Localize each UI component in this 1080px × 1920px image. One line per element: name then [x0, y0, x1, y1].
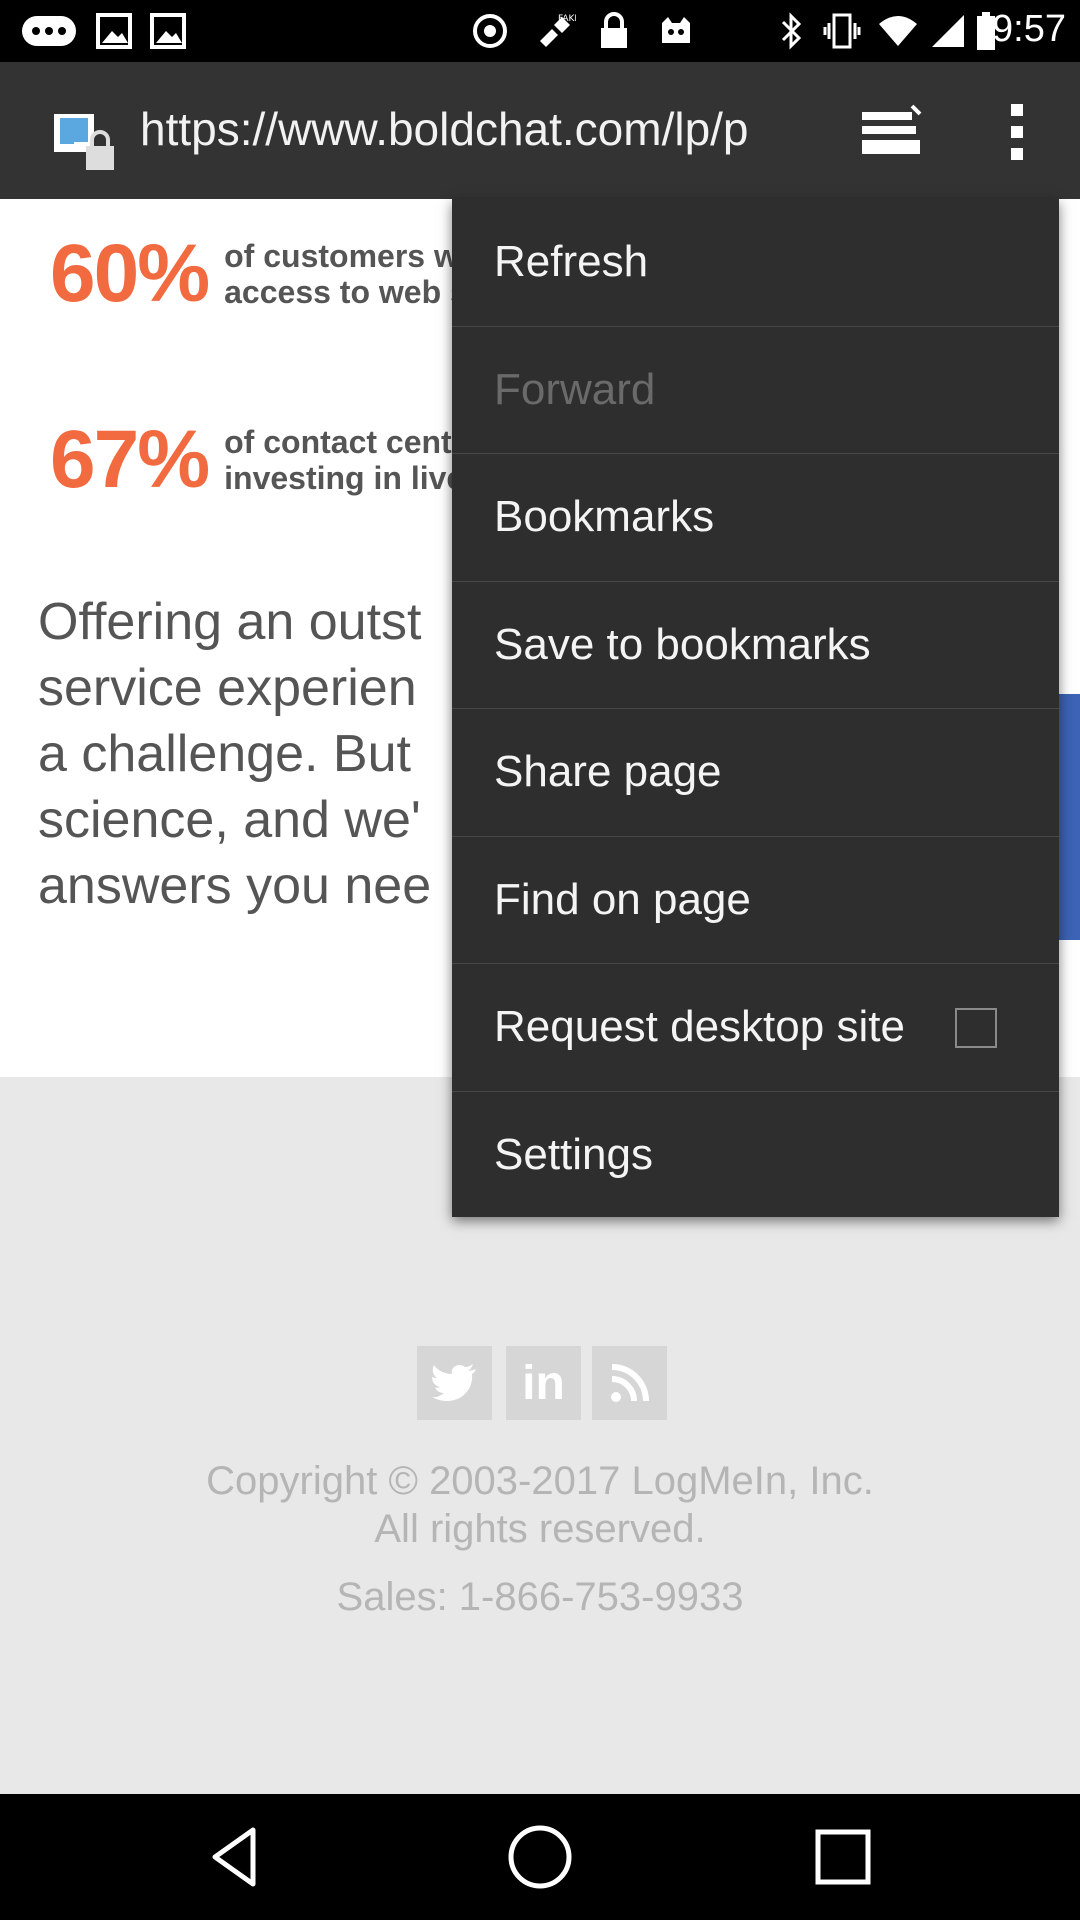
- svg-text:FAKE: FAKE: [558, 14, 576, 24]
- menu-item-find-on-page[interactable]: Find on page: [452, 837, 1059, 964]
- linkedin-icon[interactable]: in: [506, 1346, 581, 1420]
- bluetooth-icon: [776, 12, 806, 50]
- menu-item-refresh[interactable]: Refresh: [452, 199, 1059, 327]
- copyright-text: Copyright © 2003-2017 LogMeIn, Inc.: [206, 1459, 874, 1503]
- image-icon: [148, 12, 188, 50]
- menu-item-forward: Forward: [452, 327, 1059, 454]
- wifi-icon: [876, 12, 920, 50]
- home-icon[interactable]: [505, 1822, 575, 1892]
- menu-item-label: Refresh: [494, 237, 649, 287]
- clock: 9:57: [992, 8, 1066, 50]
- stat-number: 60%: [50, 228, 210, 319]
- vibrate-icon: [822, 12, 862, 50]
- stat-text: of customers w access to web s: [224, 238, 468, 310]
- linkedin-label: in: [522, 1356, 565, 1410]
- menu-item-request-desktop-site[interactable]: Request desktop site: [452, 964, 1059, 1092]
- desktop-site-checkbox[interactable]: [955, 1008, 997, 1048]
- recents-icon[interactable]: [808, 1822, 878, 1892]
- stat-text: of contact cente investing in live: [224, 424, 470, 496]
- menu-item-label: Save to bookmarks: [494, 619, 871, 669]
- menu-item-label: Find on page: [494, 874, 751, 924]
- menu-item-bookmarks[interactable]: Bookmarks: [452, 454, 1059, 582]
- rights-text: All rights reserved.: [374, 1507, 706, 1551]
- browser-overflow-menu: Refresh Forward Bookmarks Save to bookma…: [452, 199, 1059, 1217]
- image-icon: [94, 12, 134, 50]
- browser-toolbar: https://www.boldchat.com/lp/p: [0, 62, 1080, 199]
- lock-icon: [596, 12, 632, 50]
- blocked-icon: [470, 12, 510, 50]
- stat-block: 67% of contact cente investing in live: [50, 413, 470, 507]
- mascot-icon: [656, 12, 696, 50]
- menu-item-label: Forward: [494, 364, 656, 414]
- navigation-bar: [0, 1794, 1080, 1920]
- menu-item-label: Bookmarks: [494, 492, 715, 542]
- twitter-icon[interactable]: [417, 1346, 492, 1420]
- menu-item-label: Settings: [494, 1130, 653, 1180]
- menu-item-save-to-bookmarks[interactable]: Save to bookmarks: [452, 582, 1059, 709]
- tabs-icon[interactable]: [860, 104, 922, 160]
- menu-item-label: Share page: [494, 747, 722, 797]
- sales-phone[interactable]: Sales: 1-866-753-9933: [0, 1575, 1080, 1620]
- secure-site-icon[interactable]: [52, 112, 118, 174]
- rss-icon[interactable]: [592, 1346, 667, 1420]
- menu-item-settings[interactable]: Settings: [452, 1092, 1059, 1220]
- url-field[interactable]: https://www.boldchat.com/lp/p: [140, 102, 810, 156]
- signal-icon: [928, 12, 968, 50]
- menu-item-share-page[interactable]: Share page: [452, 709, 1059, 837]
- more-options-icon[interactable]: [1000, 102, 1034, 162]
- stat-number: 67%: [50, 414, 210, 505]
- messages-icon: [18, 12, 80, 50]
- stat-block: 60% of customers w access to web s: [50, 227, 468, 321]
- menu-item-label: Request desktop site: [494, 1002, 905, 1052]
- fake-gps-icon: FAKE: [530, 12, 578, 50]
- back-icon[interactable]: [203, 1822, 273, 1892]
- status-bar: FAKE 9:57: [0, 0, 1080, 62]
